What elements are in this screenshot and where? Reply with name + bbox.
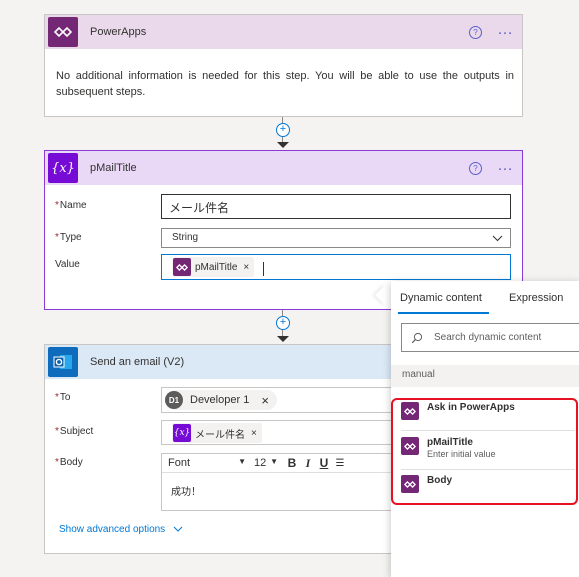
caret-down-icon: ▼ (238, 457, 246, 466)
recipient-name: Developer 1 (190, 394, 250, 406)
search-placeholder: Search dynamic content (434, 332, 542, 343)
recipient-token[interactable]: D1 Developer 1 × (165, 390, 277, 410)
remove-token-icon[interactable]: × (243, 262, 249, 273)
help-icon[interactable]: ? (469, 162, 482, 175)
subject-token[interactable]: {x} メール件名 × (172, 423, 262, 443)
step-connector: + (276, 310, 290, 344)
add-step-icon[interactable]: + (276, 123, 290, 137)
show-advanced-options-link[interactable]: Show advanced options (59, 524, 183, 535)
italic-button[interactable]: I (300, 456, 316, 471)
type-select[interactable]: String (161, 228, 511, 248)
body-label: *Body (55, 457, 83, 468)
bullet-list-icon[interactable]: ☰ (332, 458, 348, 469)
tab-dynamic-content[interactable]: Dynamic content (400, 292, 482, 304)
variable-icon-text: {x} (51, 160, 75, 176)
name-label: *Name (55, 200, 87, 211)
add-step-icon[interactable]: + (276, 316, 290, 330)
value-input[interactable]: pMailTitle × (161, 254, 511, 280)
subject-input[interactable]: {x} メール件名 × (161, 420, 401, 445)
more-options-icon[interactable]: … (497, 158, 514, 174)
to-label: *To (55, 392, 71, 403)
powerapps-card-header[interactable]: PowerApps ? … (45, 15, 522, 49)
to-input[interactable]: D1 Developer 1 × (161, 387, 401, 413)
caret-down-icon: ▼ (270, 457, 278, 466)
help-icon[interactable]: ? (469, 26, 482, 39)
step-connector: + (276, 117, 290, 150)
search-box[interactable]: Search dynamic content (401, 323, 579, 352)
card-title: Send an email (V2) (90, 356, 185, 368)
text-cursor (263, 261, 265, 276)
section-label: manual (402, 369, 435, 380)
name-input[interactable]: メール件名 (161, 194, 511, 219)
subject-token-label: メール件名 (195, 429, 245, 441)
tab-expression[interactable]: Expression (509, 292, 563, 304)
type-label: *Type (55, 232, 82, 243)
rich-text-toolbar: Font ▼ 12 ▼ B I U ☰ (162, 454, 400, 473)
powerapps-icon (173, 258, 191, 276)
search-icon (411, 332, 423, 343)
variable-icon: {x} (48, 153, 78, 183)
font-size-select[interactable]: 12 ▼ (254, 457, 278, 469)
arrow-down-icon (277, 336, 289, 342)
value-label: Value (55, 259, 80, 270)
section-header: manual (391, 365, 579, 387)
avatar: D1 (165, 391, 183, 409)
more-options-icon[interactable]: … (497, 22, 514, 38)
variable-icon: {x} (173, 424, 191, 442)
card-title: PowerApps (90, 26, 147, 38)
value-token-label: pMailTitle (195, 261, 238, 273)
subject-label: *Subject (55, 426, 94, 437)
powerapps-icon (48, 17, 78, 47)
body-text: 成功！ (171, 487, 201, 498)
chevron-down-icon (492, 235, 503, 242)
font-select[interactable]: Font ▼ (168, 457, 246, 469)
bold-button[interactable]: B (284, 456, 300, 470)
powerapps-card: PowerApps ? … No additional information … (44, 14, 523, 117)
remove-token-icon[interactable]: × (251, 428, 257, 439)
card-title: pMailTitle (90, 162, 137, 174)
body-editor[interactable]: Font ▼ 12 ▼ B I U ☰ 成功！ (161, 453, 401, 511)
chevron-down-icon (173, 526, 183, 532)
outlook-icon (48, 347, 78, 377)
value-token[interactable]: pMailTitle × (172, 257, 255, 277)
variable-card-header[interactable]: {x} pMailTitle ? … (45, 151, 522, 185)
highlight-box (391, 398, 578, 505)
remove-recipient-icon[interactable]: × (261, 393, 269, 408)
name-value: メール件名 (169, 201, 230, 215)
dynamic-content-panel: Dynamic content Expression Search dynami… (391, 281, 579, 577)
active-tab-underline (398, 312, 489, 314)
underline-button[interactable]: U (316, 456, 332, 470)
type-value: String (172, 232, 199, 243)
panel-tabs: Dynamic content Expression (391, 281, 579, 315)
arrow-down-icon (277, 142, 289, 148)
info-text: No additional information is needed for … (56, 70, 514, 98)
